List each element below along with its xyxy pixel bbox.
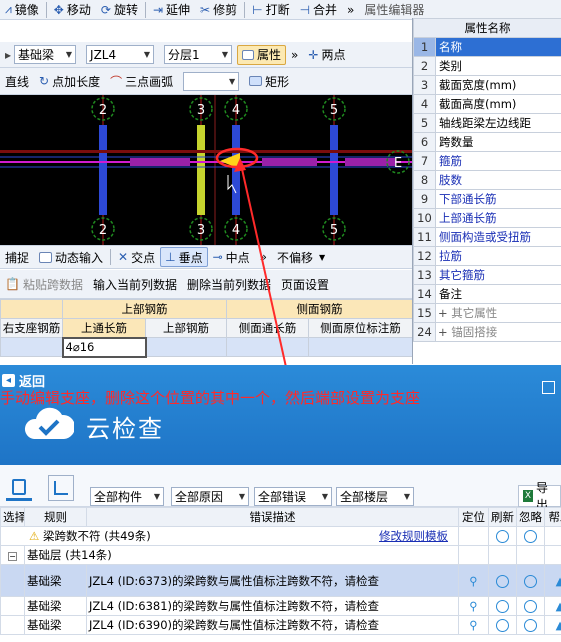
column-header: 选择 [0,507,25,527]
floor-filter[interactable]: 全部楼层 ▼ [336,487,414,506]
dialog-title: 云检查 [86,415,164,443]
component-filter[interactable]: 全部构件 ▼ [90,487,164,506]
tree-view-tab[interactable] [48,475,74,501]
chevron-down-icon: ▼ [238,492,245,501]
column-header: 规则 [24,507,87,527]
arrow-head [234,158,246,172]
chevron-down-icon: ▼ [153,492,160,501]
ignore-icon[interactable] [524,600,537,613]
reason-filter[interactable]: 全部原因 ▼ [171,487,249,506]
ignore-icon[interactable] [524,574,537,588]
ignore-icon[interactable] [524,530,537,543]
error-filter[interactable]: 全部错误 ▼ [254,487,332,506]
list-icon [12,478,26,495]
table-row[interactable]: 基础梁 JZL4 (ID:6390)的梁跨数与属性值标注跨数不符，请检查 ⚲ ▲ [0,615,561,635]
column-header: 错误描述 [86,507,459,527]
locate-icon[interactable]: ⚲ [469,574,477,588]
cloud-check-icon [22,403,76,443]
excel-icon: X [523,490,533,502]
chevron-down-icon: ▼ [321,492,328,501]
refresh-icon[interactable] [496,530,509,543]
refresh-icon[interactable] [496,600,509,613]
help-icon[interactable]: ▲ [556,618,561,632]
filter-bar: 全部构件 ▼ 全部原因 ▼ 全部错误 ▼ 全部楼层 ▼ X 导出 [0,465,561,512]
warning-icon: ⚠ [29,529,40,543]
back-arrow-icon: ◂ [2,374,15,387]
locate-icon[interactable]: ⚲ [469,599,477,613]
help-icon[interactable]: ▲ [556,574,561,588]
list-view-tab[interactable] [6,475,32,501]
locate-icon[interactable]: ⚲ [469,618,477,632]
table-row[interactable]: 基础梁 JZL4 (ID:6381)的梁跨数与属性值标注跨数不符，请检查 ⚲ ▲ [0,596,561,616]
tree-icon [54,481,68,495]
arrow-line [239,159,291,386]
collapse-icon[interactable]: − [8,552,17,561]
error-table: 选择 规则 错误描述 定位 刷新 忽略 帮助 ⚠ 梁跨数不符 (共49条) 修改… [0,507,561,635]
chevron-down-icon: ▼ [403,492,410,501]
edit-template-link[interactable]: 修改规则模板 [379,528,448,544]
refresh-icon[interactable] [496,574,509,588]
column-header: 刷新 [488,507,517,527]
column-header: 忽略 [516,507,545,527]
help-icon[interactable]: ▲ [556,599,561,613]
annotation-arrow [234,158,291,386]
cloud-check-dialog: ◂ 返回 手动编辑支座，删除这个位置的其中一个，然后端部设置为支座 云检查 全部… [0,365,561,642]
maximize-icon[interactable] [542,381,555,394]
table-row[interactable]: 基础梁 JZL4 (ID:6373)的梁跨数与属性值标注跨数不符，请检查 ⚲ ▲ [0,564,561,597]
ignore-icon[interactable] [524,619,537,632]
column-header: 帮助 [544,507,561,527]
subgroup-row[interactable]: − 基础层 (共14条) [0,545,561,565]
export-button[interactable]: X 导出 [518,481,561,512]
column-header: 定位 [458,507,489,527]
dialog-header: ◂ 返回 手动编辑支座，删除这个位置的其中一个，然后端部设置为支座 云检查 [0,365,561,465]
group-row[interactable]: ⚠ 梁跨数不符 (共49条) 修改规则模板 [0,526,561,546]
refresh-icon[interactable] [496,619,509,632]
